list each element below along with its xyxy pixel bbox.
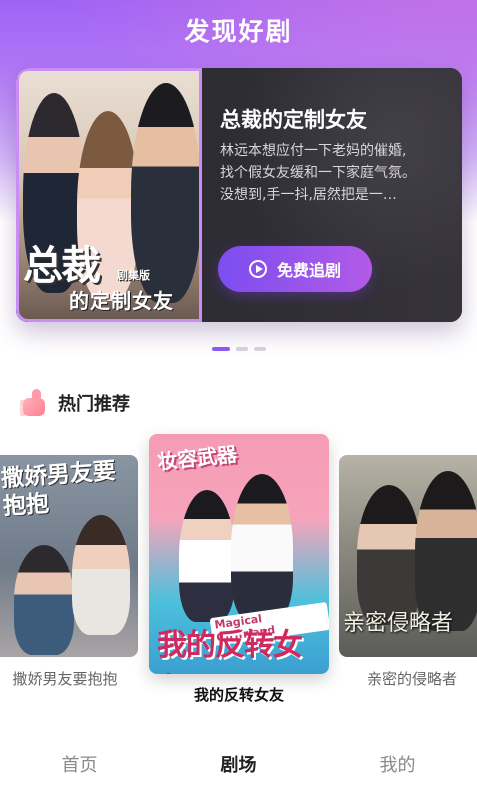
banner-title: 总裁的定制女友 (220, 108, 367, 132)
nav-item-me[interactable]: 我的 (318, 730, 477, 797)
pager-dot[interactable] (253, 347, 266, 351)
drama-card-right[interactable]: 亲密侵略者 (339, 455, 477, 657)
banner-poster[interactable]: 总裁 剧集版 的定制女友 (16, 68, 202, 322)
drama-card-label[interactable]: 撒娇男友要抱抱 (0, 668, 138, 689)
poster-figure (72, 515, 130, 635)
poster-title-sub: 的定制女友 (69, 289, 174, 313)
hot-recommend-header: 热门推荐 (20, 388, 130, 418)
bottom-nav: 首页 剧场 我的 (0, 730, 477, 797)
drama-card-left[interactable]: 撒娇男友要抱抱 (0, 455, 138, 657)
poster-title-big: 总裁 (23, 242, 101, 289)
page-title: 发现好剧 (184, 17, 293, 46)
drama-card-label[interactable]: 我的反转女友 (149, 684, 329, 705)
pager-dot[interactable] (235, 347, 248, 351)
poster-top-title: 妆容武器 (156, 441, 239, 475)
free-watch-label: 免费追剧 (276, 261, 341, 280)
banner-description-line: 林远本想应付一下老妈的催婚, (220, 143, 407, 159)
drama-card-center[interactable]: 妆容武器 Magical Girlfriend 我的反转女友 (149, 434, 329, 674)
banner-description-line: 没想到,手一抖,居然把是一… (220, 187, 397, 203)
drama-card-label[interactable]: 亲密的侵略者 (339, 668, 477, 689)
thumbs-up-icon (20, 388, 50, 418)
banner-description: 林远本想应付一下老妈的催婚, 找个假女友缓和一下家庭气氛。 没想到,手一抖,居然… (220, 140, 442, 206)
poster-title: 我的反转女友 (157, 628, 303, 674)
play-icon (248, 260, 267, 278)
poster-figure (357, 485, 421, 625)
poster-figure (179, 490, 235, 622)
free-watch-button[interactable]: 免费追剧 (218, 246, 372, 292)
poster-tag: 剧集版 (117, 269, 150, 282)
nav-item-theater[interactable]: 剧场 (159, 730, 318, 797)
nav-item-home[interactable]: 首页 (0, 730, 159, 797)
poster-title: 撒娇男友要抱抱 (0, 458, 117, 521)
section-title: 热门推荐 (58, 394, 130, 415)
poster-figure (14, 545, 74, 655)
pager-dot-active[interactable] (211, 347, 230, 351)
poster-figure (231, 474, 293, 622)
featured-banner[interactable]: 总裁 剧集版 的定制女友 总裁的定制女友 林远本想应付一下老妈的催婚, 找个假女… (16, 68, 462, 322)
poster-title: 亲密侵略者 (343, 611, 454, 636)
banner-description-line: 找个假女友缓和一下家庭气氛。 (220, 165, 416, 181)
banner-pager (0, 347, 477, 351)
